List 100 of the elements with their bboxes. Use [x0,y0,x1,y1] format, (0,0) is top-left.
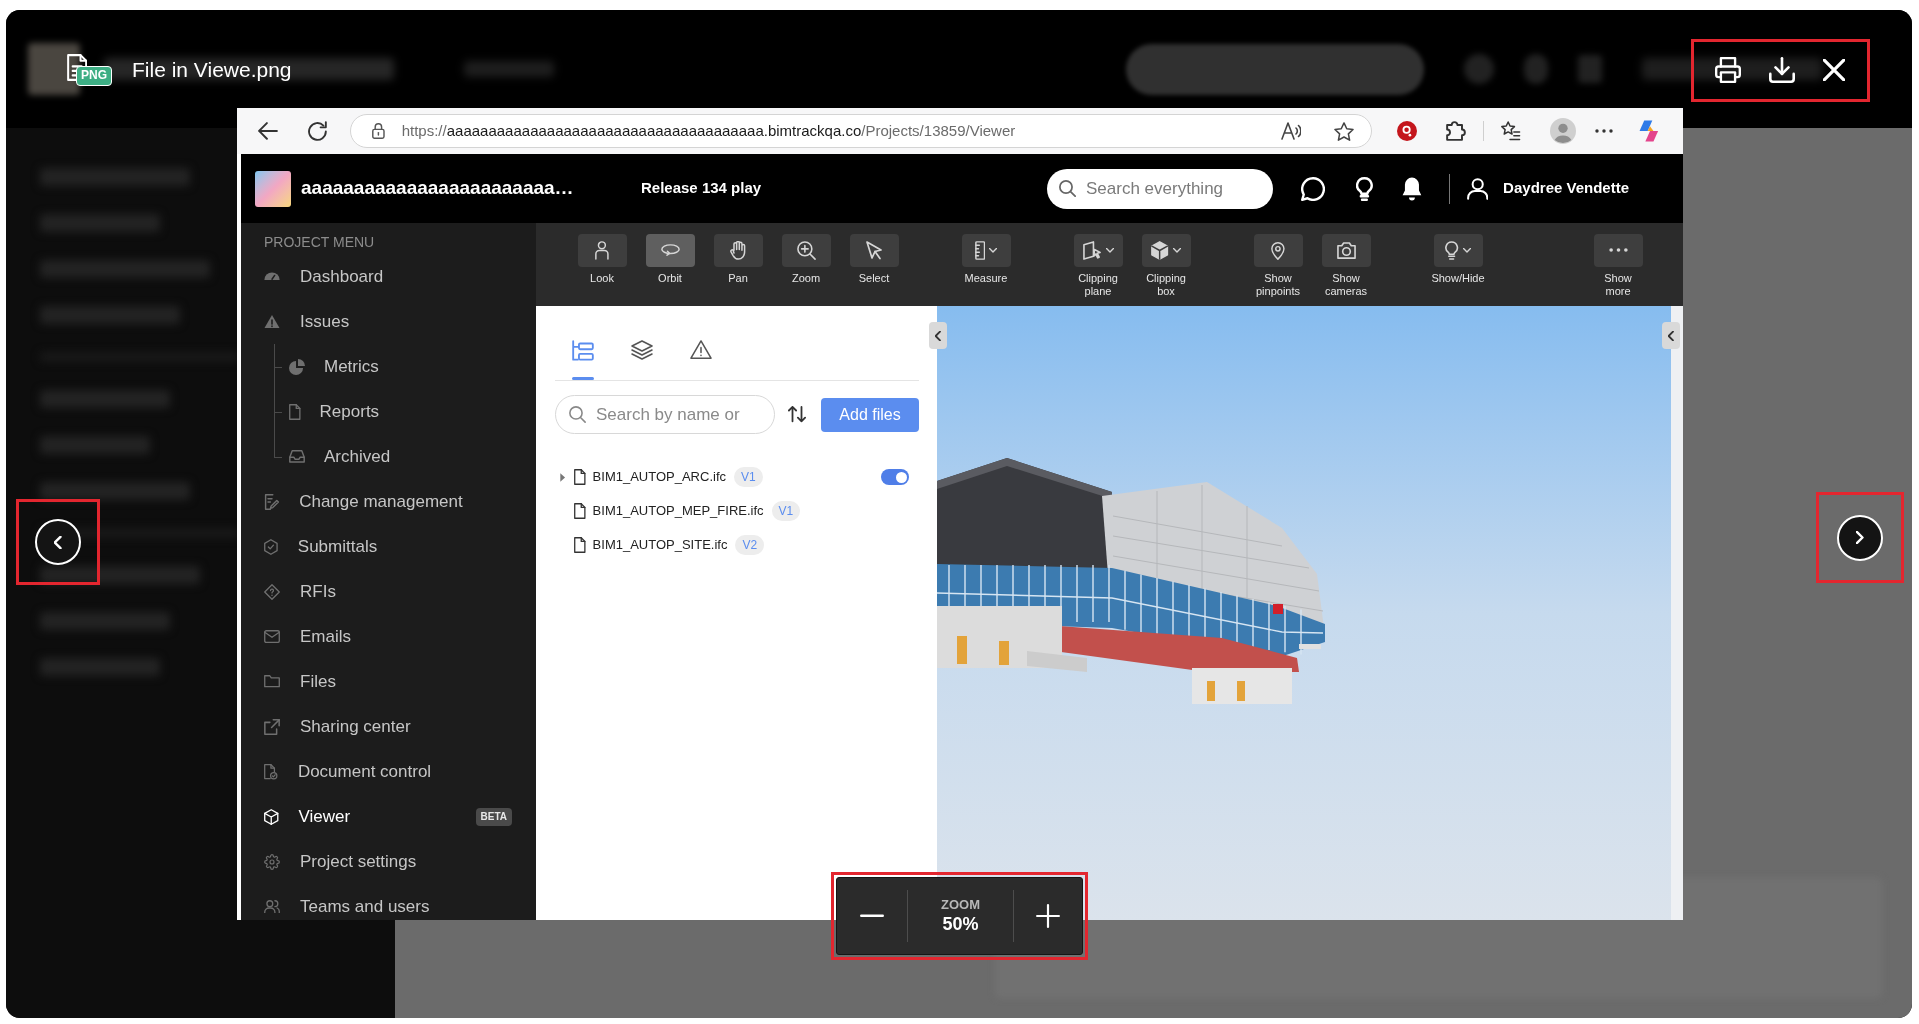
tool-button[interactable] [849,234,899,267]
pie-chart-icon [289,358,305,375]
sidebar-item[interactable]: Viewer BETA [264,804,512,829]
tool-button[interactable] [1253,234,1303,267]
tool-button[interactable] [577,234,627,267]
chat-button[interactable] [1301,176,1326,201]
sidebar-item[interactable]: Teams and users [264,894,512,919]
tool-label: Show pinpoints [1254,272,1301,298]
close-button[interactable] [1823,59,1845,81]
tool-label: Show cameras [1323,272,1369,298]
app-logo-icon [1638,120,1659,142]
map-pin-icon [1271,241,1285,260]
chevron-left-icon [935,330,941,341]
copilot-button[interactable] [1638,120,1659,142]
document-icon [574,537,586,553]
file-name: BIM1_AUTOP_SITE.ifc [592,536,728,555]
extensions-button[interactable] [1445,121,1466,141]
sidebar-item[interactable]: Emails [264,624,512,649]
document-check-icon [264,763,278,780]
chevron-left-icon [54,535,62,549]
visibility-toggle[interactable] [881,469,909,485]
ideas-button[interactable] [1356,176,1373,201]
folder-icon [264,675,280,688]
sidebar-item[interactable]: Submittals [264,534,512,559]
sidebar-item[interactable]: Sharing center [264,714,512,739]
gauge-icon [264,272,280,281]
collapse-handle[interactable] [1662,322,1680,349]
tool-label: Look [590,272,614,285]
favorite-button[interactable] [1333,121,1354,141]
favorites-list-icon [1500,121,1521,141]
download-button[interactable] [1769,57,1795,83]
refresh-icon [308,121,327,141]
document-icon [574,469,586,485]
collapse-handle[interactable] [929,322,947,349]
tool-button[interactable] [781,234,831,267]
tool-button[interactable] [1141,234,1191,267]
lightbulb-icon [1356,176,1373,201]
share-icon [264,718,280,735]
extension-button[interactable] [1396,121,1417,141]
user-name[interactable]: Daydree Vendette [1503,177,1629,200]
sidebar-item[interactable]: Files [264,669,512,694]
sidebar-item[interactable]: Change management [264,489,512,514]
expand-caret-icon[interactable] [560,472,566,482]
version-badge: V1 [771,501,801,521]
camera-icon [1336,241,1356,260]
read-aloud-icon [1280,122,1301,140]
beta-badge: BETA [475,807,512,826]
warning-icon [264,314,280,329]
tool-label: Clipping plane [1077,272,1119,298]
search-field[interactable]: Search by name or [555,395,775,434]
tool-button[interactable] [1433,234,1483,267]
user-icon [1466,177,1489,200]
diamond-question-icon [264,583,280,600]
sidebar-item[interactable]: Metrics [289,354,513,379]
sidebar-item[interactable]: Archived [289,444,513,469]
extension-icon [1396,121,1417,141]
sidebar-item[interactable]: Dashboard [264,264,512,289]
sidebar-item[interactable]: Reports [289,399,513,424]
envelope-icon [264,629,280,644]
zoom-in-icon [796,241,816,260]
tool-label: Orbit [658,272,682,285]
tool-button[interactable] [961,234,1011,267]
lightbulb-icon [1445,241,1459,260]
cube-icon [1151,241,1169,260]
person-icon [595,241,609,260]
section-heading: PROJECT MENU [264,233,375,252]
favorites-button[interactable] [1500,121,1521,141]
tool-button[interactable] [1073,234,1123,267]
tool-button[interactable] [645,234,695,267]
download-icon [1769,57,1795,83]
back-button[interactable] [258,122,278,140]
print-button[interactable] [1715,57,1741,83]
close-icon [1823,59,1845,81]
back-icon [258,122,278,140]
sidebar-item[interactable]: Issues [264,309,512,334]
tool-label: Zoom [791,272,821,285]
sort-button[interactable] [788,406,806,423]
search-field[interactable]: Search everything [1047,168,1274,209]
notifications-button[interactable] [1401,176,1422,201]
print-icon [1715,57,1741,83]
sidebar-item[interactable]: Document control [264,759,512,784]
read-aloud-button[interactable] [1280,122,1301,140]
file-name: BIM1_AUTOP_MEP_FIRE.ifc [592,502,764,521]
release-name: Release 134 play [641,178,762,199]
image-placeholder [255,170,291,207]
sidebar-item[interactable]: Project settings [264,849,512,874]
profile-button[interactable] [1549,118,1576,144]
refresh-button[interactable] [308,121,327,141]
more-button[interactable] [1594,129,1613,133]
tool-label: Clipping box [1145,272,1187,298]
tool-button[interactable] [1321,234,1371,267]
sidebar-item[interactable]: RFIs [264,579,512,604]
orbit-icon [660,244,680,257]
cube-icon [264,808,279,825]
document-icon [574,503,586,519]
tool-label: Pan [728,272,748,285]
ruler-icon [974,241,986,260]
version-badge: V2 [735,535,765,555]
address-bar[interactable]: https://aaaaaaaaaaaaaaaaaaaaaaaaaaaaaaaaaaaaaa.bimtrackqa.co/Projects/13859/Viewer [349,114,1372,148]
tool-button[interactable] [713,234,763,267]
